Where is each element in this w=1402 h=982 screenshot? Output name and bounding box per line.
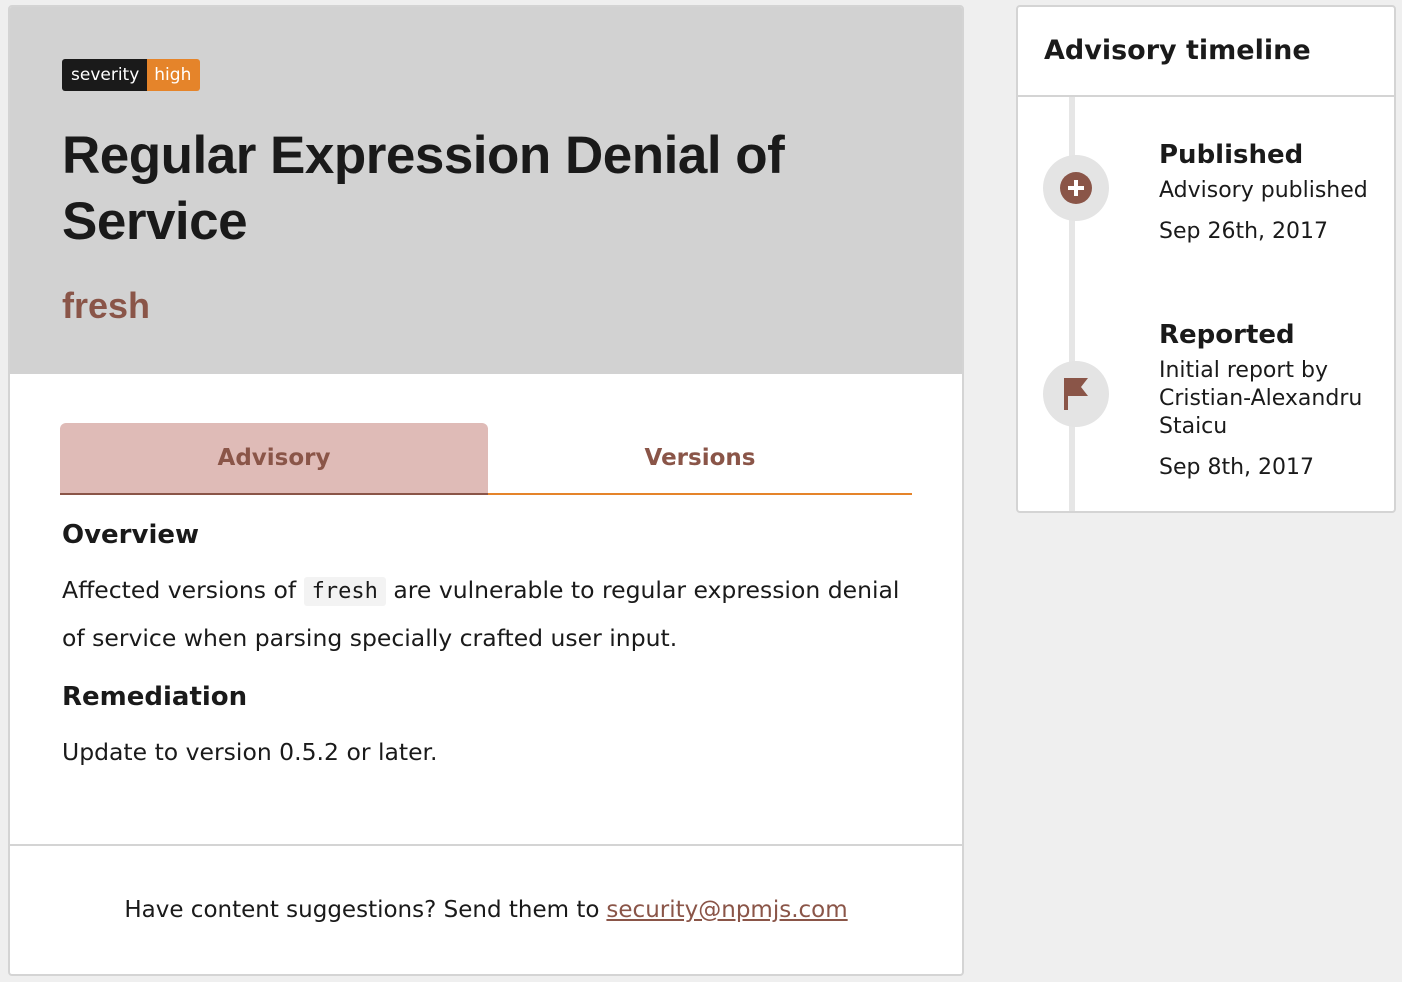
severity-badge: severity high	[62, 59, 201, 91]
package-code: fresh	[303, 577, 386, 606]
event-date: Sep 8th, 2017	[1159, 455, 1314, 480]
advisory-content: Overview Affected versions of fresh are …	[62, 517, 912, 775]
advisory-card: severity high Regular Expression Denial …	[8, 5, 964, 976]
overview-prefix: Affected versions of	[62, 576, 297, 604]
tab-versions[interactable]: Versions	[488, 423, 912, 495]
event-description: Initial report by Cristian-Alexandru Sta…	[1159, 358, 1363, 439]
footer-text: Have content suggestions? Send them to	[124, 897, 600, 923]
severity-badge-value: high	[147, 59, 201, 91]
overview-heading: Overview	[62, 520, 200, 550]
event-description: Advisory published	[1159, 178, 1368, 203]
tab-advisory[interactable]: Advisory	[60, 423, 488, 495]
timeline-title: Advisory timeline	[1018, 7, 1394, 97]
content-suggestions-footer: Have content suggestions? Send them to s…	[10, 844, 962, 974]
timeline-node-published	[1043, 155, 1109, 221]
timeline-node-reported	[1043, 361, 1109, 427]
timeline-event-reported: Reported Initial report by Cristian-Alex…	[1159, 315, 1389, 482]
event-date: Sep 26th, 2017	[1159, 219, 1328, 244]
flag-icon	[1064, 378, 1088, 410]
advisory-tabs: Advisory Versions	[60, 423, 912, 495]
advisory-header: severity high Regular Expression Denial …	[10, 7, 962, 374]
event-title: Reported	[1159, 320, 1295, 350]
advisory-timeline-card: Advisory timeline Published Advisory pub…	[1016, 5, 1396, 513]
timeline-event-published: Published Advisory published Sep 26th, 2…	[1159, 135, 1389, 246]
plus-circle-icon	[1060, 172, 1092, 204]
security-email-link[interactable]: security@npmjs.com	[606, 897, 847, 923]
severity-badge-key: severity	[62, 59, 148, 91]
event-title: Published	[1159, 140, 1304, 170]
remediation-heading: Remediation	[62, 682, 248, 712]
advisory-title: Regular Expression Denial of Service	[62, 126, 785, 251]
overview-text: Affected versions of fresh are vulnerabl…	[62, 567, 912, 661]
remediation-text: Update to version 0.5.2 or later.	[62, 738, 438, 766]
package-name: fresh	[62, 285, 151, 326]
